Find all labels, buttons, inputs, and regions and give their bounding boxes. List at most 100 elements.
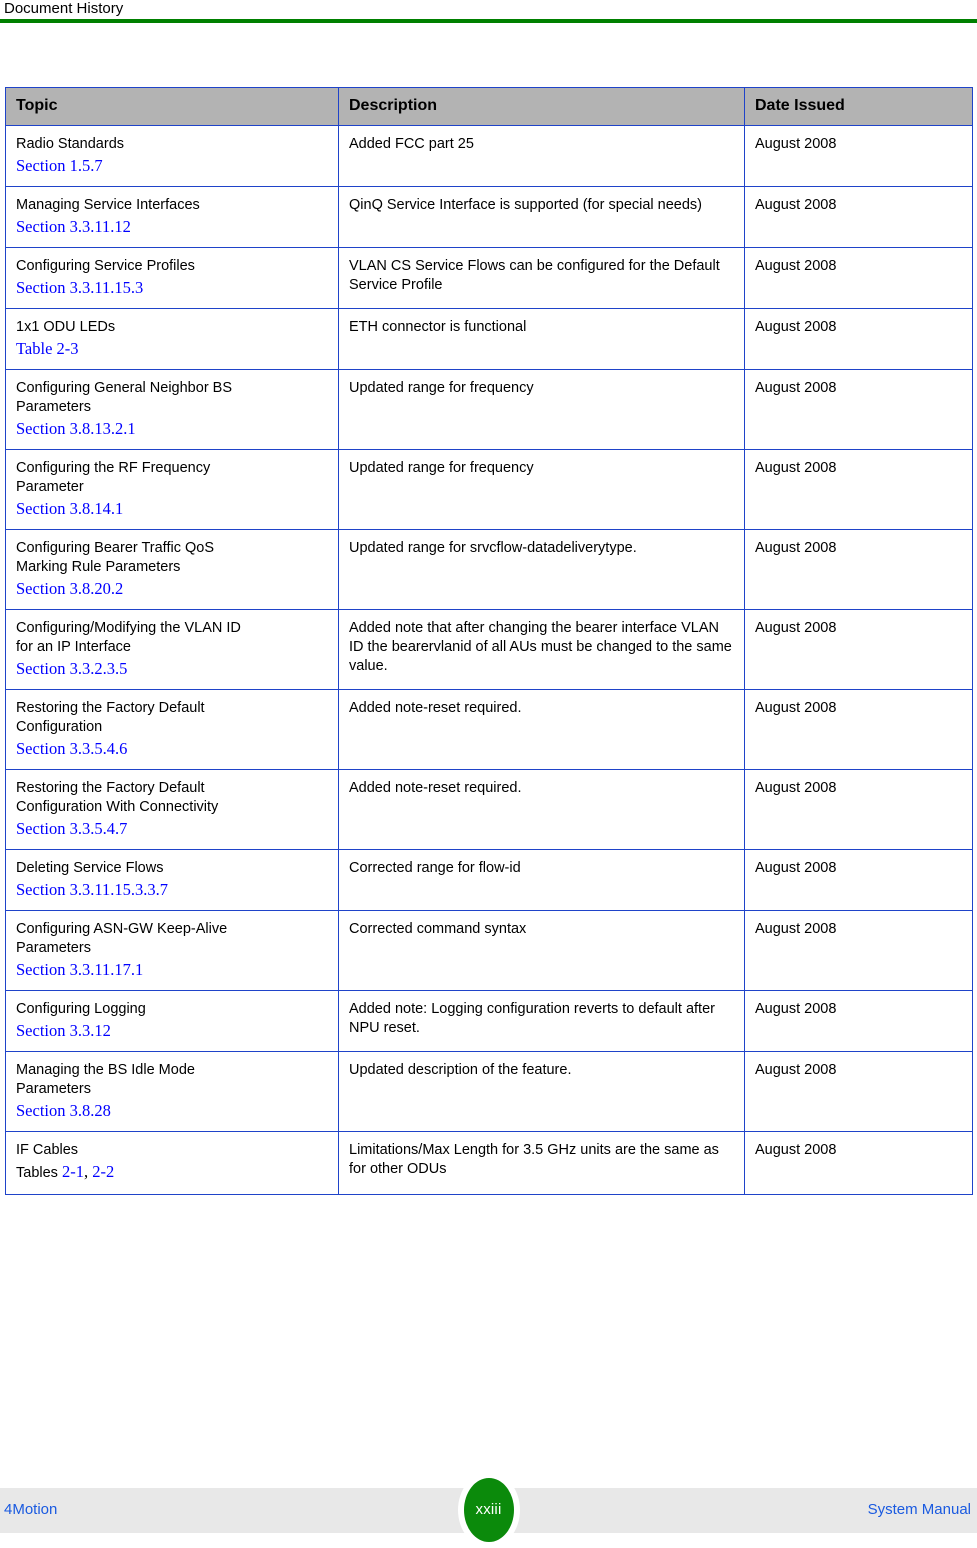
topic-line: Parameters — [16, 1081, 91, 1097]
cell-date-issued: August 2008 — [744, 609, 973, 690]
cross-reference-row: Section 3.3.5.4.7 — [16, 818, 328, 839]
topic-line: Configuring/Modifying the VLAN ID — [16, 620, 241, 636]
cell-date-issued: August 2008 — [744, 769, 973, 850]
cell-date-issued: August 2008 — [744, 125, 973, 187]
cell-topic: Configuring Bearer Traffic QoS Marking Ru… — [5, 529, 339, 610]
topic-line: for an IP Interface — [16, 639, 131, 655]
cell-description: Updated range for srvcflow-datadeliveryt… — [338, 529, 745, 610]
cross-reference-link[interactable]: Section 3.8.20.2 — [16, 578, 328, 599]
cross-reference-link[interactable]: Section 3.3.2.3.5 — [16, 658, 328, 679]
cross-reference-separator: , — [83, 1162, 93, 1181]
cell-topic: Configuring the RF Frequency Parameter Sec… — [5, 449, 339, 530]
topic-line: Restoring the Factory Default — [16, 780, 205, 796]
cell-description: Added note-reset required. — [338, 689, 745, 770]
cross-reference-row: Section 3.3.2.3.5 — [16, 658, 328, 679]
cross-reference-link[interactable]: 2-1 — [62, 1162, 84, 1181]
table-head: Topic Description Date Issued — [5, 87, 973, 126]
cross-reference-row: Section 3.8.20.2 — [16, 578, 328, 599]
table-row: 1x1 ODU LEDs Table 2-3 ETH connector is fu… — [5, 308, 973, 370]
cell-topic: Configuring Logging Section 3.3.12 — [5, 990, 339, 1052]
topic-line: Configuration With Connectivity — [16, 799, 219, 815]
footer-document-name: System Manual — [867, 1501, 971, 1518]
table-row: Configuring the RF Frequency Parameter Sec… — [5, 449, 973, 530]
cell-date-issued: August 2008 — [744, 186, 973, 248]
table-row: Restoring the Factory Default Configurati… — [5, 769, 973, 850]
cross-reference-row: Section 3.3.11.15.3.3.7 — [16, 879, 328, 900]
cross-reference-row: Tables 2-1, 2-2 — [16, 1161, 328, 1184]
cross-reference-link[interactable]: Section 3.3.5.4.6 — [16, 738, 328, 759]
cross-reference-row: Section 3.3.12 — [16, 1020, 328, 1041]
document-history-table: Topic Description Date Issued Radio Stan… — [5, 87, 973, 1195]
cell-date-issued: August 2008 — [744, 369, 973, 450]
cross-reference-link[interactable]: Section 3.3.11.15.3.3.7 — [16, 879, 328, 900]
cell-topic: Restoring the Factory Default Configurati… — [5, 689, 339, 770]
cross-reference-link[interactable]: Section 3.3.12 — [16, 1020, 328, 1041]
page-title: Document History — [4, 0, 124, 17]
table-row: Deleting Service Flows Section 3.3.11.15.… — [5, 849, 973, 911]
cell-date-issued: August 2008 — [744, 849, 973, 911]
topic-line: Marking Rule Parameters — [16, 559, 181, 575]
topic-line: Configuring the RF Frequency — [16, 460, 211, 476]
cross-reference-link[interactable]: Section 3.3.11.15.3 — [16, 277, 328, 298]
cross-reference-link[interactable]: Section 3.3.5.4.7 — [16, 818, 328, 839]
page-footer: 4Motion xxiii System Manual — [0, 1472, 977, 1548]
cell-description: Added note: Logging configuration revert… — [338, 990, 745, 1052]
cell-description: Corrected range for flow-id — [338, 849, 745, 911]
table-row: Managing Service Interfaces Section 3.3.1… — [5, 186, 973, 248]
cell-description: QinQ Service Interface is supported (for… — [338, 186, 745, 248]
cell-description: Updated description of the feature. — [338, 1051, 745, 1132]
topic-line: Restoring the Factory Default — [16, 700, 205, 716]
cross-reference-link[interactable]: Section 3.3.11.12 — [16, 216, 328, 237]
page-number-badge: xxiii — [457, 1472, 520, 1548]
footer-product-name: 4Motion — [4, 1501, 58, 1518]
cell-date-issued: August 2008 — [744, 1051, 973, 1132]
cross-reference-link[interactable]: Section 3.8.13.2.1 — [16, 418, 328, 439]
cell-date-issued: August 2008 — [744, 990, 973, 1052]
topic-line: Parameters — [16, 940, 91, 956]
cell-topic: Deleting Service Flows Section 3.3.11.15.… — [5, 849, 339, 911]
topic-line: Managing the BS Idle Mode — [16, 1062, 195, 1078]
cell-date-issued: August 2008 — [744, 308, 973, 370]
cell-date-issued: August 2008 — [744, 910, 973, 991]
topic-line: Parameters — [16, 399, 91, 415]
cell-topic: 1x1 ODU LEDs Table 2-3 — [5, 308, 339, 370]
topic-line: Configuration — [16, 719, 103, 735]
cross-reference-link[interactable]: 2-2 — [92, 1162, 114, 1181]
cross-reference-row: Section 1.5.7 — [16, 155, 328, 176]
topic-line: Parameter — [16, 479, 84, 495]
cell-description: Limitations/Max Length for 3.5 GHz units… — [338, 1131, 745, 1195]
cross-reference-row: Section 3.8.14.1 — [16, 498, 328, 519]
topic-line: Radio Standards — [16, 136, 125, 152]
table-row: Restoring the Factory Default Configurati… — [5, 689, 973, 770]
table-row: Radio Standards Section 1.5.7 Added FCC pa… — [5, 125, 973, 187]
topic-line: Managing Service Interfaces — [16, 197, 200, 213]
cross-reference-link[interactable]: Section 3.8.28 — [16, 1100, 328, 1121]
topic-line: Configuring General Neighbor BS — [16, 380, 233, 396]
cell-date-issued: August 2008 — [744, 1131, 973, 1195]
cell-topic: Configuring/Modifying the VLAN ID for an … — [5, 609, 339, 690]
cell-description: Added note that after changing the beare… — [338, 609, 745, 690]
table-row: IF Cables Tables 2-1, 2-2 Limitations/Max … — [5, 1131, 973, 1195]
cross-reference-row: Section 3.3.11.12 — [16, 216, 328, 237]
cross-reference-link[interactable]: Section 3.3.11.17.1 — [16, 959, 328, 980]
cross-reference-link[interactable]: Section 3.8.14.1 — [16, 498, 328, 519]
topic-line: Configuring Bearer Traffic QoS — [16, 540, 214, 556]
cell-topic: Configuring Service Profiles Section 3.3.… — [5, 247, 339, 309]
cross-reference-prefix: Tables — [16, 1165, 62, 1181]
cell-topic: Radio Standards Section 1.5.7 — [5, 125, 339, 187]
cell-topic: Configuring ASN-GW Keep-Alive Parameters S… — [5, 910, 339, 991]
topic-line: IF Cables — [16, 1142, 79, 1158]
table-row: Configuring General Neighbor BS Parameter… — [5, 369, 973, 450]
cell-topic: Managing Service Interfaces Section 3.3.1… — [5, 186, 339, 248]
cell-description: VLAN CS Service Flows can be configured … — [338, 247, 745, 309]
header-divider-rule — [0, 19, 977, 23]
cross-reference-link[interactable]: Section 1.5.7 — [16, 155, 328, 176]
cross-reference-link[interactable]: Table 2-3 — [16, 338, 328, 359]
cell-topic: Restoring the Factory Default Configurati… — [5, 769, 339, 850]
topic-line: Configuring Logging — [16, 1001, 146, 1017]
cell-description: Added FCC part 25 — [338, 125, 745, 187]
table-row: Configuring/Modifying the VLAN ID for an … — [5, 609, 973, 690]
cell-description: Added note-reset required. — [338, 769, 745, 850]
cell-description: ETH connector is functional — [338, 308, 745, 370]
document-history-table-container: Topic Description Date Issued Radio Stan… — [5, 87, 973, 1195]
